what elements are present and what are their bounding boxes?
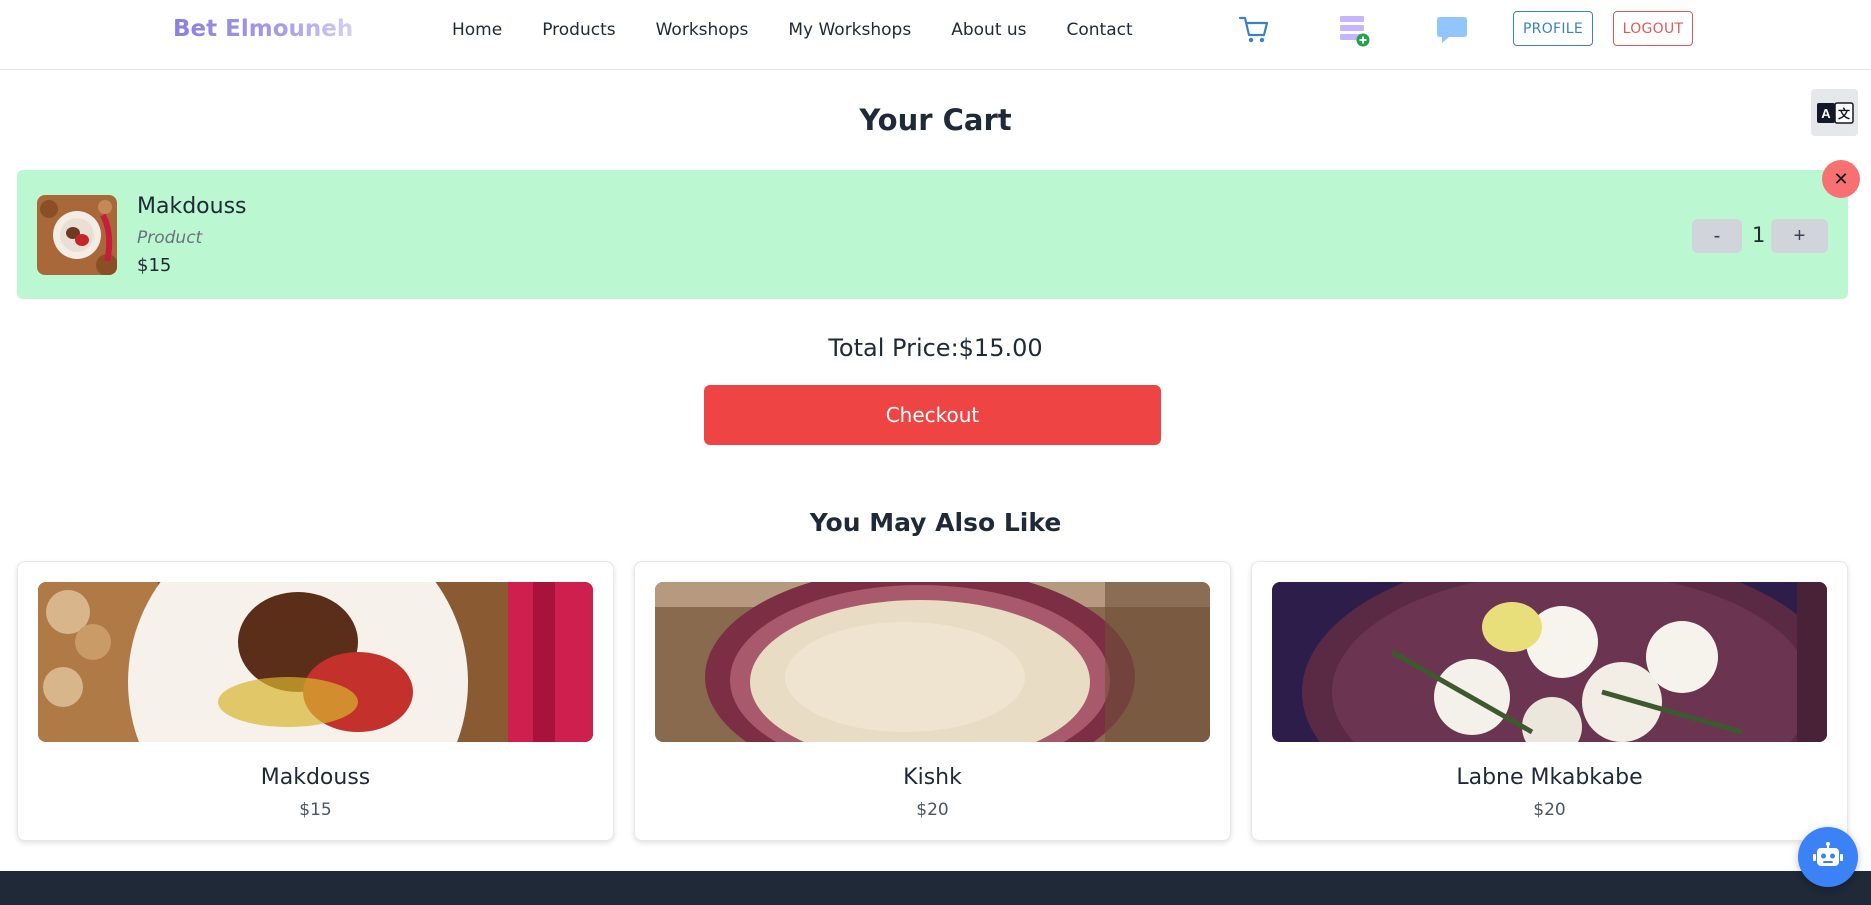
product-card[interactable]: Kishk $20: [634, 561, 1231, 841]
product-price: $15: [299, 800, 332, 820]
nav-products[interactable]: Products: [542, 20, 615, 40]
logout-button[interactable]: LOGOUT: [1613, 11, 1693, 46]
quantity-increase-button[interactable]: +: [1771, 219, 1828, 253]
cart-item: Makdouss Product $15 - 1 +: [17, 170, 1848, 299]
product-name: Makdouss: [260, 765, 371, 790]
profile-button[interactable]: PROFILE: [1513, 11, 1593, 46]
remove-item-button[interactable]: ✕: [1822, 160, 1860, 198]
recommendations-title: You May Also Like: [809, 508, 1062, 537]
robot-icon[interactable]: [1798, 827, 1858, 887]
product-card[interactable]: Makdouss $15: [17, 561, 614, 841]
site-header: Bet Elmouneh Home Products Workshops My …: [0, 0, 1871, 70]
list-add-icon[interactable]: [1336, 12, 1372, 48]
total-price-value: $15.00: [958, 334, 1043, 362]
product-name: Labne Mkabkabe: [1456, 765, 1643, 790]
checkout-button[interactable]: Checkout: [704, 385, 1161, 445]
nav-my-workshops[interactable]: My Workshops: [788, 20, 911, 40]
product-price: $20: [916, 800, 949, 820]
quantity-value: 1: [1752, 223, 1766, 247]
nav-about-us[interactable]: About us: [951, 20, 1026, 40]
product-price: $20: [1533, 800, 1566, 820]
cart-item-image: [37, 195, 117, 275]
nav-workshops[interactable]: Workshops: [656, 20, 749, 40]
cart-item-type: Product: [137, 228, 203, 248]
product-image: [38, 582, 593, 742]
product-image: [1272, 582, 1827, 742]
nav-contact[interactable]: Contact: [1067, 20, 1133, 40]
cart-item-name: Makdouss: [137, 194, 247, 219]
cart-icon[interactable]: [1236, 12, 1272, 48]
product-name: Kishk: [903, 765, 962, 790]
total-price-label: Total Price:: [828, 334, 959, 362]
quantity-decrease-button[interactable]: -: [1692, 219, 1742, 253]
nav-home[interactable]: Home: [452, 20, 502, 40]
chat-bubble-icon[interactable]: [1434, 12, 1470, 48]
total-price: Total Price:$15.00: [0, 334, 1871, 362]
site-footer: [0, 871, 1871, 905]
cart-item-price: $15: [137, 255, 172, 276]
product-image: [655, 582, 1210, 742]
page-title: Your Cart: [859, 103, 1012, 137]
main-nav: Home Products Workshops My Workshops Abo…: [452, 20, 1173, 40]
product-card[interactable]: Labne Mkabkabe $20: [1251, 561, 1848, 841]
brand-logo[interactable]: Bet Elmouneh: [173, 16, 353, 42]
